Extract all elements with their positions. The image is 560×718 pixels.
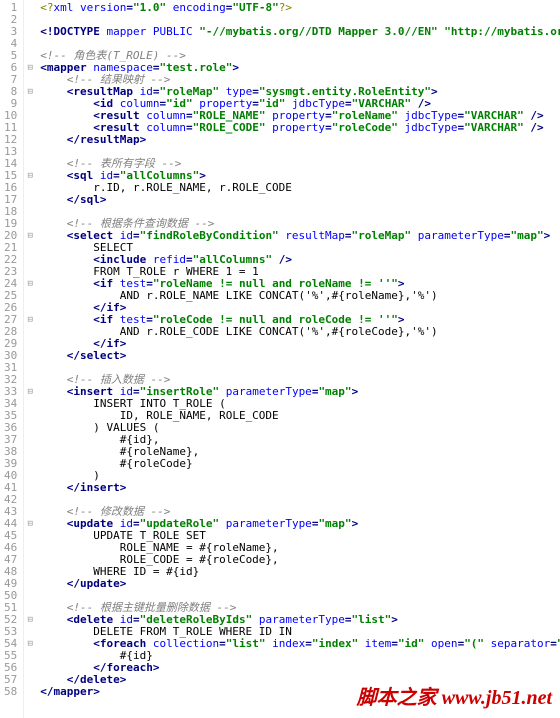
- code-area[interactable]: <?xml version="1.0" encoding="UTF-8"?> <…: [36, 0, 560, 718]
- fold-spacer: [24, 218, 36, 230]
- fold-spacer: [24, 122, 36, 134]
- line-number-gutter: 1234567891011121314151617181920212223242…: [0, 0, 24, 718]
- fold-spacer: [24, 686, 36, 698]
- fold-spacer: [24, 590, 36, 602]
- fold-toggle-icon[interactable]: ⊟: [24, 170, 36, 182]
- fold-spacer: [24, 110, 36, 122]
- fold-spacer: [24, 482, 36, 494]
- fold-spacer: [24, 50, 36, 62]
- fold-spacer: [24, 206, 36, 218]
- fold-spacer: [24, 266, 36, 278]
- fold-toggle-icon[interactable]: ⊟: [24, 86, 36, 98]
- code-line[interactable]: </sql>: [40, 194, 560, 206]
- fold-spacer: [24, 254, 36, 266]
- fold-spacer: [24, 374, 36, 386]
- fold-spacer: [24, 494, 36, 506]
- fold-toggle-icon[interactable]: ⊟: [24, 62, 36, 74]
- code-line[interactable]: <?xml version="1.0" encoding="UTF-8"?>: [40, 2, 560, 14]
- fold-toggle-icon[interactable]: ⊟: [24, 314, 36, 326]
- fold-spacer: [24, 194, 36, 206]
- fold-toggle-icon[interactable]: ⊟: [24, 278, 36, 290]
- code-line[interactable]: #{roleCode}: [40, 458, 560, 470]
- code-line[interactable]: </select>: [40, 350, 560, 362]
- fold-spacer: [24, 626, 36, 638]
- fold-toggle-icon[interactable]: ⊟: [24, 638, 36, 650]
- fold-spacer: [24, 182, 36, 194]
- fold-gutter: ⊟ ⊟ ⊟ ⊟ ⊟ ⊟ ⊟ ⊟ ⊟ ⊟: [24, 0, 36, 718]
- fold-spacer: [24, 542, 36, 554]
- fold-spacer: [24, 422, 36, 434]
- fold-toggle-icon[interactable]: ⊟: [24, 518, 36, 530]
- fold-spacer: [24, 326, 36, 338]
- fold-spacer: [24, 506, 36, 518]
- fold-spacer: [24, 74, 36, 86]
- code-editor: 1234567891011121314151617181920212223242…: [0, 0, 560, 718]
- fold-spacer: [24, 434, 36, 446]
- watermark-text: 脚本之家 www.jb51.net: [357, 681, 552, 710]
- fold-spacer: [24, 350, 36, 362]
- fold-toggle-icon[interactable]: ⊟: [24, 386, 36, 398]
- code-line[interactable]: </insert>: [40, 482, 560, 494]
- code-line[interactable]: r.ID, r.ROLE_NAME, r.ROLE_CODE: [40, 182, 560, 194]
- fold-spacer: [24, 602, 36, 614]
- fold-spacer: [24, 650, 36, 662]
- fold-spacer: [24, 38, 36, 50]
- fold-spacer: [24, 338, 36, 350]
- fold-spacer: [24, 458, 36, 470]
- fold-spacer: [24, 578, 36, 590]
- fold-spacer: [24, 2, 36, 14]
- fold-spacer: [24, 146, 36, 158]
- fold-spacer: [24, 470, 36, 482]
- fold-spacer: [24, 290, 36, 302]
- fold-spacer: [24, 242, 36, 254]
- fold-spacer: [24, 530, 36, 542]
- fold-spacer: [24, 98, 36, 110]
- fold-spacer: [24, 134, 36, 146]
- fold-spacer: [24, 362, 36, 374]
- fold-spacer: [24, 302, 36, 314]
- fold-spacer: [24, 662, 36, 674]
- fold-spacer: [24, 14, 36, 26]
- line-number: 58: [4, 686, 17, 698]
- fold-toggle-icon[interactable]: ⊟: [24, 230, 36, 242]
- code-line[interactable]: </update>: [40, 578, 560, 590]
- fold-spacer: [24, 674, 36, 686]
- fold-spacer: [24, 26, 36, 38]
- fold-spacer: [24, 446, 36, 458]
- fold-spacer: [24, 566, 36, 578]
- fold-toggle-icon[interactable]: ⊟: [24, 614, 36, 626]
- fold-spacer: [24, 554, 36, 566]
- code-line[interactable]: <!DOCTYPE mapper PUBLIC "-//mybatis.org/…: [40, 26, 560, 38]
- fold-spacer: [24, 410, 36, 422]
- code-line[interactable]: </resultMap>: [40, 134, 560, 146]
- fold-spacer: [24, 158, 36, 170]
- fold-spacer: [24, 398, 36, 410]
